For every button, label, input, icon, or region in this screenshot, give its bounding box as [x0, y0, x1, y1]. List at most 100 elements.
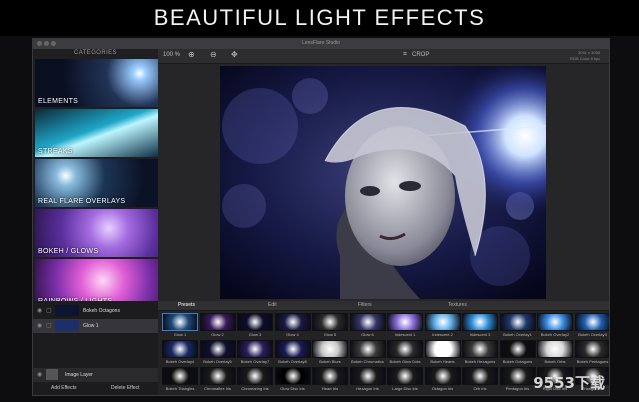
preset-tile[interactable]: Iridescent 2 — [424, 313, 461, 338]
preset-thumbnail — [162, 313, 198, 331]
preset-label: Iridescent 2 — [432, 332, 453, 337]
preset-tile[interactable]: Hexagon Iris — [349, 367, 386, 392]
image-size-info: 3041 x 3058 — [578, 50, 601, 55]
preset-label: Bokeh Chromatics — [351, 359, 384, 364]
preset-label: Chromaflex Iris — [204, 386, 231, 391]
photo-canvas[interactable] — [220, 66, 546, 299]
preset-tile[interactable]: Large Disc Iris — [387, 367, 423, 392]
lock-icon[interactable]: ▢ — [46, 307, 52, 314]
watermark-logo: 9553下载 — [533, 374, 605, 392]
preset-tile[interactable]: Glow 2 — [199, 313, 236, 338]
preset-tile[interactable]: Iridescent 3 — [462, 313, 498, 338]
preset-tile[interactable]: Glow 5 — [312, 313, 348, 338]
preset-tile[interactable]: Bokeh Pentagons — [574, 340, 609, 365]
preset-tile[interactable]: Bokeh Overlay5 — [199, 340, 236, 365]
eye-icon[interactable]: ◉ — [37, 322, 42, 329]
layer-thumbnail — [55, 320, 79, 331]
preset-label: Bokeh Triangles — [165, 386, 195, 391]
layer-row[interactable]: ◉ ▢ Bokeh Octagons — [33, 304, 158, 318]
preset-thumbnail — [387, 313, 423, 331]
preset-thumbnail — [312, 367, 348, 385]
preset-label: Pentagon Iris — [505, 386, 530, 391]
preset-tile[interactable]: Bokeh Overlay2 — [537, 313, 573, 338]
preset-tile[interactable]: Glow 1 — [162, 313, 198, 338]
category-bokeh-glows[interactable]: BOKEH / GLOWS — [35, 209, 158, 257]
tab-textures[interactable]: Textures — [448, 302, 467, 308]
preset-tile[interactable]: Bokeh Orbs — [537, 340, 573, 365]
preset-tile[interactable]: Bokeh Overlay1 — [499, 313, 536, 338]
preset-tile[interactable]: Chromaring Iris — [237, 367, 273, 392]
preset-thumbnail — [387, 340, 423, 358]
zoom-level[interactable]: 100 % — [163, 52, 180, 58]
preset-tile[interactable]: Chromaflex Iris — [199, 367, 236, 392]
preset-thumbnail — [162, 340, 198, 358]
preset-tile[interactable]: Bokeh Overlay4 — [162, 340, 198, 365]
preset-tile[interactable]: Glow 3 — [237, 313, 273, 338]
preset-label: Bokeh Overlay4 — [165, 359, 195, 364]
layer-thumbnail — [46, 369, 58, 380]
preset-label: Glow 5 — [323, 332, 337, 337]
zoom-out-icon[interactable]: ⊖ — [210, 50, 217, 59]
preset-tile[interactable]: Orb Iris — [462, 367, 498, 392]
preset-tile[interactable]: Glow Disc Iris — [274, 367, 311, 392]
preset-label: Glow 2 — [211, 332, 224, 337]
preset-tile[interactable]: Heart Iris — [312, 367, 348, 392]
category-streaks[interactable]: STREAKS — [35, 109, 158, 157]
category-label: STREAKS — [38, 148, 73, 155]
preset-label: Iridescent 3 — [469, 332, 491, 337]
crop-icon[interactable]: ⌗ — [403, 51, 407, 59]
preset-label: Bokeh Overlay5 — [203, 359, 232, 364]
move-icon[interactable]: ✥ — [231, 50, 238, 59]
preset-tile[interactable]: Bokeh Glow Dots — [387, 340, 423, 365]
crop-button[interactable]: CROP — [412, 52, 429, 58]
tab-filters[interactable]: Filters — [358, 302, 372, 308]
category-rainbows-lights[interactable]: RAINBOWS / LIGHTS — [35, 259, 158, 307]
preset-label: Heart Iris — [321, 386, 339, 391]
eye-icon[interactable]: ◉ — [37, 371, 42, 378]
preset-thumbnail — [574, 313, 609, 331]
preset-tile[interactable]: Octagon Iris — [424, 367, 461, 392]
zoom-in-icon[interactable]: ⊕ — [188, 50, 195, 59]
preset-thumbnail — [499, 367, 536, 385]
preset-label: Bokeh Overlay8 — [278, 359, 307, 364]
preset-label: Glow Disc Iris — [280, 386, 305, 391]
preset-tile[interactable]: Pentagon Iris — [499, 367, 536, 392]
preset-label: Bokeh Overlay3 — [578, 332, 607, 337]
preset-label: Bokeh Octagons — [502, 359, 533, 364]
preset-tile[interactable]: Bokeh Chromatics — [349, 340, 386, 365]
preset-thumbnail — [199, 340, 236, 358]
preset-tile[interactable]: Bokeh Blurs — [312, 340, 348, 365]
preset-tile[interactable]: Bokeh Overlay3 — [574, 313, 609, 338]
eye-icon[interactable]: ◉ — [37, 307, 42, 314]
add-effects-button[interactable]: Add Effects — [51, 385, 76, 391]
preset-tile[interactable]: Bokeh Hearts — [424, 340, 461, 365]
preset-thumbnail — [237, 340, 273, 358]
preset-thumbnail — [499, 313, 536, 331]
app-window: LensFlare Studio CATEGORIES ELEMENTS STR… — [32, 38, 610, 396]
preset-tile[interactable]: Bokeh Triangles — [162, 367, 198, 392]
preset-tile[interactable]: Iridescent 1 — [387, 313, 423, 338]
preset-tile[interactable]: Bokeh Octagons — [499, 340, 536, 365]
preset-label: Glow 6 — [361, 332, 374, 337]
preset-tile[interactable]: Glow 6 — [349, 313, 386, 338]
layer-row[interactable]: ◉ ▢ Glow 1 — [33, 319, 158, 333]
categories-title: CATEGORIES — [74, 50, 117, 56]
preset-tile[interactable]: Bokeh Overlay8 — [274, 340, 311, 365]
preset-label: Bokeh Overlay1 — [503, 332, 532, 337]
tab-presets[interactable]: Presets — [178, 302, 195, 308]
preset-tile[interactable]: Bokeh Hexagons — [462, 340, 498, 365]
tab-bar: Presets Edit Filters Textures — [158, 301, 609, 311]
preset-tile[interactable]: Bokeh Overlay7 — [237, 340, 273, 365]
preset-thumbnail — [199, 313, 236, 331]
category-elements[interactable]: ELEMENTS — [35, 59, 158, 107]
tab-edit[interactable]: Edit — [268, 302, 277, 308]
preset-thumbnail — [349, 313, 386, 331]
category-real-flare-overlays[interactable]: REAL FLARE OVERLAYS — [35, 159, 158, 207]
image-layer-row[interactable]: ◉ Image Layer — [33, 368, 158, 382]
preset-tile[interactable]: Glow 4 — [274, 313, 311, 338]
preset-label: Glow 3 — [248, 332, 262, 337]
lock-icon[interactable]: ▢ — [46, 322, 52, 329]
delete-effect-button[interactable]: Delete Effect — [111, 385, 140, 391]
preset-label: Bokeh Glow Dots — [389, 359, 421, 364]
preset-thumbnail — [462, 340, 498, 358]
